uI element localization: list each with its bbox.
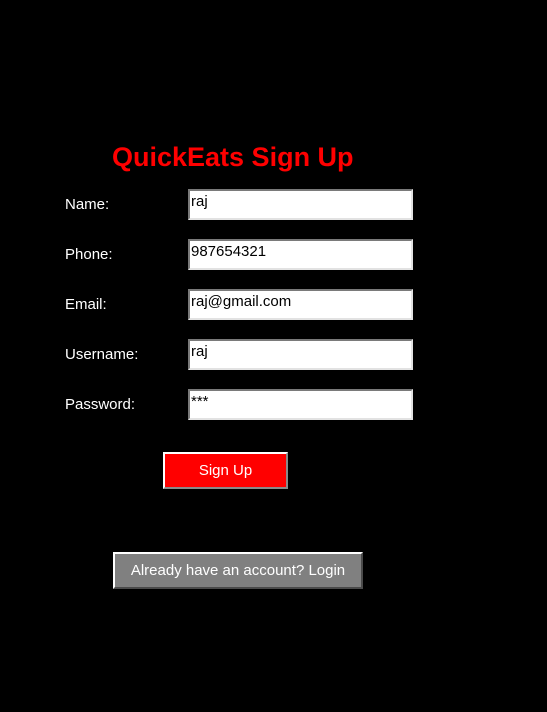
username-field[interactable]: raj [188,339,413,370]
name-field[interactable]: raj [188,189,413,220]
page-title: QuickEats Sign Up [112,142,354,172]
email-label: Email: [65,296,107,313]
password-field[interactable]: *** [188,389,413,420]
password-label: Password: [65,396,136,413]
phone-label: Phone: [65,246,113,263]
phone-field[interactable]: 987654321 [188,239,413,270]
sign-up-button[interactable]: Sign Up [163,452,288,489]
email-field[interactable]: raj@gmail.com [188,289,413,320]
name-label: Name: [65,196,110,213]
username-label: Username: [65,346,139,363]
login-button[interactable]: Already have an account? Login [113,552,363,589]
